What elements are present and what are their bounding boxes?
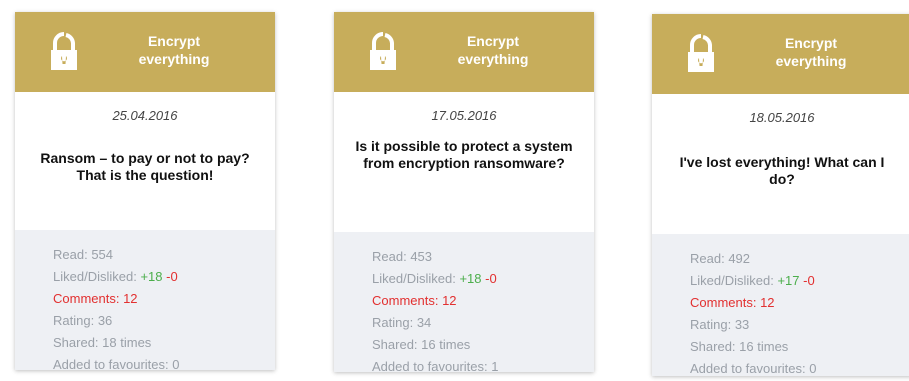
- article-title[interactable]: I've lost everything! What can I do?: [666, 154, 898, 188]
- shared-label: Shared:: [690, 339, 740, 354]
- article-card[interactable]: Encrypt everything 25.04.2016 Ransom – t…: [15, 12, 275, 372]
- disliked-value: -0: [803, 273, 815, 288]
- rating-value: 36: [97, 313, 113, 328]
- card-stats: Read: 453 Liked/Disliked: +18 -0 Comment…: [334, 232, 594, 378]
- read-label: Read:: [690, 251, 729, 266]
- read-count: Read: 554: [53, 244, 275, 266]
- favourites-value: 0: [809, 361, 817, 376]
- rating-label: Rating:: [53, 313, 98, 328]
- banner-title-line2: everything: [457, 51, 529, 67]
- comments-value: 12: [123, 291, 138, 306]
- article-title[interactable]: Ransom – to pay or not to pay? That is t…: [29, 150, 261, 184]
- banner-title: Encrypt everything: [756, 34, 866, 70]
- favourites-count: Added to favourites: 0: [53, 354, 275, 376]
- read-value: 453: [410, 249, 433, 264]
- card-banner: Encrypt everything: [334, 12, 594, 92]
- liked-label: Liked/Disliked:: [53, 269, 141, 284]
- read-label: Read:: [53, 247, 92, 262]
- comments-count[interactable]: Comments: 12: [372, 290, 594, 312]
- favourites-value: 0: [172, 357, 180, 372]
- shared-label: Shared:: [53, 335, 103, 350]
- card-content: 17.05.2016 Is it possible to protect a s…: [334, 92, 594, 232]
- shared-count: Shared: 16 times: [690, 336, 909, 358]
- read-value: 492: [728, 251, 751, 266]
- lock-icon: [370, 32, 396, 70]
- banner-title-line1: Encrypt: [147, 33, 201, 49]
- rating-label: Rating:: [690, 317, 735, 332]
- banner-title-line1: Encrypt: [784, 35, 838, 51]
- favourites-value: 1: [491, 359, 499, 374]
- favourites-label: Added to favourites:: [53, 357, 173, 372]
- liked-disliked: Liked/Disliked: +18 -0: [372, 268, 594, 290]
- card-content: 25.04.2016 Ransom – to pay or not to pay…: [15, 92, 275, 230]
- banner-title: Encrypt everything: [119, 32, 229, 68]
- article-date: 17.05.2016: [431, 108, 497, 123]
- banner-title: Encrypt everything: [438, 32, 548, 68]
- article-date: 18.05.2016: [749, 110, 815, 125]
- disliked-value: -0: [485, 271, 497, 286]
- comments-count[interactable]: Comments: 12: [690, 292, 909, 314]
- liked-label: Liked/Disliked:: [690, 273, 778, 288]
- favourites-label: Added to favourites:: [372, 359, 492, 374]
- read-count: Read: 453: [372, 246, 594, 268]
- shared-value: 16: [739, 339, 754, 354]
- favourites-count: Added to favourites: 1: [372, 356, 594, 378]
- rating-label: Rating:: [372, 315, 417, 330]
- banner-title-line2: everything: [138, 51, 210, 67]
- card-banner: Encrypt everything: [15, 12, 275, 92]
- shared-suffix: times: [116, 335, 152, 350]
- rating: Rating: 36: [53, 310, 275, 332]
- comments-value: 12: [760, 295, 775, 310]
- card-content: 18.05.2016 I've lost everything! What ca…: [652, 94, 909, 234]
- shared-suffix: times: [435, 337, 471, 352]
- banner-title-line1: Encrypt: [466, 33, 520, 49]
- liked-label: Liked/Disliked:: [372, 271, 460, 286]
- rating: Rating: 34: [372, 312, 594, 334]
- read-label: Read:: [372, 249, 411, 264]
- comments-label: Comments:: [372, 293, 443, 308]
- read-value: 554: [91, 247, 114, 262]
- article-card[interactable]: Encrypt everything 18.05.2016 I've lost …: [652, 14, 909, 376]
- shared-value: 18: [102, 335, 117, 350]
- shared-count: Shared: 16 times: [372, 334, 594, 356]
- favourites-label: Added to favourites:: [690, 361, 810, 376]
- liked-disliked: Liked/Disliked: +17 -0: [690, 270, 909, 292]
- favourites-count: Added to favourites: 0: [690, 358, 909, 380]
- shared-count: Shared: 18 times: [53, 332, 275, 354]
- comments-value: 12: [442, 293, 457, 308]
- comments-label: Comments:: [690, 295, 761, 310]
- liked-disliked: Liked/Disliked: +18 -0: [53, 266, 275, 288]
- article-title[interactable]: Is it possible to protect a system from …: [348, 138, 580, 172]
- disliked-value: -0: [166, 269, 178, 284]
- shared-suffix: times: [753, 339, 789, 354]
- rating-value: 34: [416, 315, 432, 330]
- rating: Rating: 33: [690, 314, 909, 336]
- rating-value: 33: [734, 317, 750, 332]
- banner-title-line2: everything: [775, 53, 847, 69]
- card-stats: Read: 554 Liked/Disliked: +18 -0 Comment…: [15, 230, 275, 376]
- shared-label: Shared:: [372, 337, 422, 352]
- liked-value: +18: [459, 271, 482, 286]
- liked-value: +17: [777, 273, 800, 288]
- comments-label: Comments:: [53, 291, 124, 306]
- liked-value: +18: [140, 269, 163, 284]
- lock-icon: [51, 32, 77, 70]
- lock-icon: [688, 34, 714, 72]
- comments-count[interactable]: Comments: 12: [53, 288, 275, 310]
- card-banner: Encrypt everything: [652, 14, 909, 94]
- read-count: Read: 492: [690, 248, 909, 270]
- article-date: 25.04.2016: [112, 108, 178, 123]
- article-card[interactable]: Encrypt everything 17.05.2016 Is it poss…: [334, 12, 594, 374]
- card-stats: Read: 492 Liked/Disliked: +17 -0 Comment…: [652, 234, 909, 380]
- shared-value: 16: [421, 337, 436, 352]
